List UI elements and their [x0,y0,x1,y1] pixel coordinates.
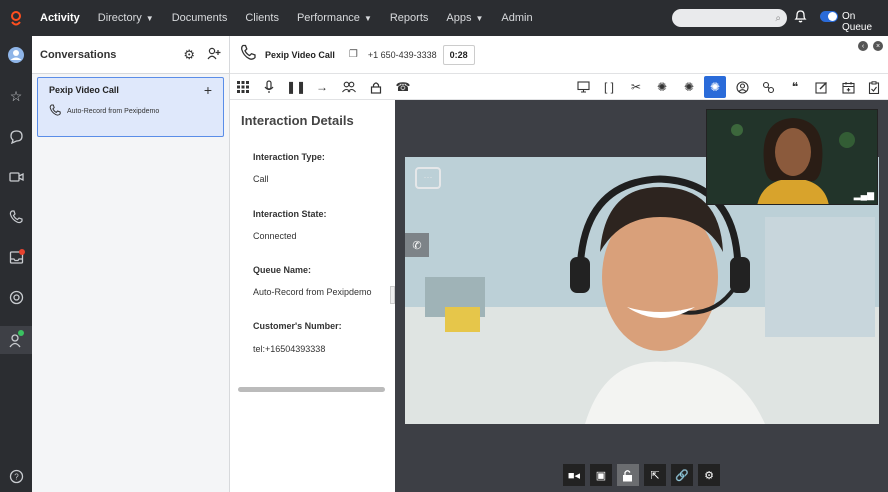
screen-share-icon[interactable]: ▣ [590,464,612,486]
chat-icon[interactable] [0,124,32,148]
chevron-down-icon: ▼ [363,13,372,23]
nav-admin[interactable]: Admin [501,0,532,36]
call-timer: 0:28 [442,44,475,65]
copy-icon[interactable]: ❐ [349,49,358,60]
call-title: Pexip Video Call [265,49,335,60]
nav-documents[interactable]: Documents [172,0,228,36]
star-icon[interactable]: ☆ [0,84,32,108]
quote-icon[interactable]: ❝ [784,76,806,98]
on-queue-toggle[interactable] [820,11,838,22]
inbox-icon[interactable] [0,245,32,269]
dialpad-icon[interactable] [232,76,254,98]
self-view-video: ▂▄▆ [706,109,878,205]
chevron-down-icon: ▼ [145,13,154,23]
popout-icon[interactable]: ⇱ [644,464,666,486]
phone-icon[interactable] [0,205,32,229]
notification-dot [19,249,25,255]
link-icon[interactable]: 🔗 [671,464,693,486]
add-participant-icon[interactable] [207,47,221,63]
interaction-details-title: Interaction Details [241,113,354,128]
horizontal-scrollbar[interactable] [238,387,385,392]
left-rail: ☆ ? [0,36,32,492]
schedule-callback-icon[interactable] [837,76,859,98]
detail-value: Auto-Record from Pexipdemo [253,287,372,297]
close-icon[interactable]: × [873,41,883,51]
nav-reports[interactable]: Reports [390,0,429,36]
call-header: Pexip Video Call ❐ +1 650-439-3338 0:28 … [230,36,888,74]
conversation-card[interactable]: Pexip Video Call + Auto-Record from Pexi… [37,77,224,137]
conversations-title: Conversations [40,48,117,61]
collapse-left-icon[interactable]: ‹ [858,41,868,51]
detail-value: Call [253,174,269,184]
external-contact-icon[interactable] [731,76,753,98]
detail-label: Queue Name: [253,265,312,275]
notifications-bell-icon[interactable] [794,9,807,26]
secure-pause-lock-icon[interactable] [365,76,387,98]
phone-icon [240,44,257,65]
signal-strength-icon: ▂▄▆ [853,190,874,200]
search-input[interactable]: ⌕ [672,9,787,27]
nav-clients[interactable]: Clients [245,0,279,36]
unlock-icon[interactable] [617,464,639,486]
wrapup-clipboard-icon[interactable] [863,76,885,98]
journey-icon[interactable] [757,76,779,98]
atom-app-1-icon[interactable]: ✺ [651,76,673,98]
help-icon[interactable]: ? [0,464,32,488]
nav-performance[interactable]: Performance ▼ [297,0,372,36]
hold-pause-icon[interactable]: ❚❚ [285,76,307,98]
nav-apps[interactable]: Apps ▼ [446,0,483,36]
detail-label: Interaction Type: [253,152,325,162]
chevron-down-icon: ▼ [475,13,484,23]
nav-activity[interactable]: Activity [40,0,80,36]
top-navigation: Activity Directory ▼ Documents Clients Pe… [0,0,888,36]
conversation-card-subtitle: Auto-Record from Pexipdemo [67,107,160,115]
svg-text:?: ? [14,472,19,481]
detail-value: tel:+16504393338 [253,344,326,354]
agent-status-icon[interactable] [0,326,32,354]
avatar[interactable] [0,43,32,67]
conversations-panel: Conversations ⚙ Pexip Video Call + Auto-… [32,36,230,492]
conversation-card-title: Pexip Video Call [49,85,119,95]
detail-label: Interaction State: [253,209,327,219]
screen-share-icon[interactable] [572,76,594,98]
atom-app-active-icon[interactable]: ✺ [704,76,726,98]
transfer-arrow-icon[interactable]: → [311,76,333,98]
interaction-details-panel: Interaction Details Interaction Type: Ca… [230,100,395,492]
detail-value: Connected [253,231,297,241]
atom-app-2-icon[interactable]: ✺ [678,76,700,98]
search-icon: ⌕ [775,12,781,24]
phone-icon [49,104,61,118]
detail-label: Customer's Number: [253,321,342,331]
nav-directory[interactable]: Directory ▼ [98,0,154,36]
camera-icon[interactable]: ■◂ [563,464,585,486]
settings-gear-icon[interactable]: ⚙ [698,464,720,486]
edit-notes-icon[interactable] [810,76,832,98]
script-brackets-icon[interactable]: [ ] [598,76,620,98]
help-ring-icon[interactable] [0,285,32,309]
online-dot [18,330,24,336]
video-controls: ■◂ ▣ ⇱ 🔗 ⚙ [563,464,720,486]
chat-overlay-icon[interactable]: ··· [415,167,441,189]
tools-icon[interactable]: ✂ [625,76,647,98]
disconnect-icon[interactable]: ☎ [392,76,414,98]
microphone-icon[interactable] [258,76,280,98]
plus-icon[interactable]: + [204,82,212,98]
genesys-logo-icon[interactable] [0,0,32,36]
conference-icon[interactable] [338,76,360,98]
call-number: +1 650-439-3338 [367,49,437,60]
video-icon[interactable] [0,165,32,189]
on-queue-label: On Queue [842,11,873,33]
phone-overlay-icon[interactable]: ✆ [405,233,429,257]
call-toolbar: ❚❚ → ☎ [ ] ✂ ✺ ✺ ✺ ❝ [230,74,888,100]
video-area: ··· ✆ ▂▄▆ ■◂ ▣ ⇱ 🔗 ⚙ [395,100,888,492]
settings-gear-icon[interactable]: ⚙ [183,47,195,63]
